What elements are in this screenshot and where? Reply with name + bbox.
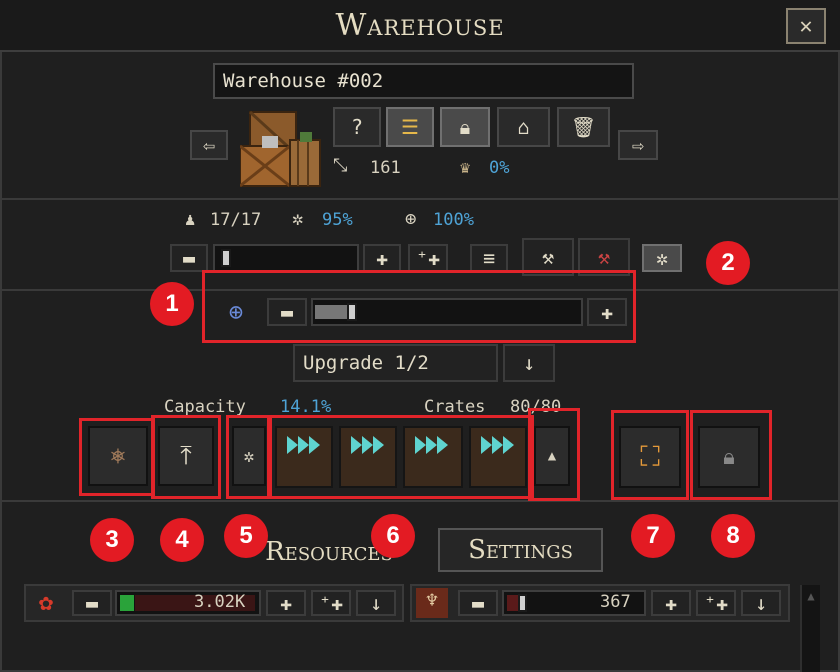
resource-down-button[interactable]: ↓ — [356, 590, 396, 616]
highlight-box-1 — [202, 270, 636, 343]
settings-toggle-button[interactable]: ✲ — [642, 244, 682, 272]
resource-decrease-button[interactable]: ▬ — [72, 590, 112, 616]
lock-toggle-button[interactable]: 🔒︎ — [440, 107, 490, 147]
arrow-down-icon: ↓ — [522, 351, 536, 375]
plus-icon: ✚ — [279, 591, 293, 615]
window-title: Warehouse — [335, 8, 505, 43]
capacity-value: 14.1% — [280, 397, 332, 417]
annotation-badge: 3 — [90, 518, 134, 562]
upgrade-label: Upgrade 1/2 — [303, 352, 429, 374]
worker-max-button[interactable]: ⁺✚ — [408, 244, 448, 272]
menu-button[interactable]: ≡ — [470, 244, 508, 272]
capacity-label: Capacity — [164, 397, 246, 417]
crates-label: Crates — [424, 397, 486, 417]
annotation-badge: 5 — [224, 514, 268, 558]
worker-icon: ♟ — [185, 210, 196, 230]
gear-icon: ✲ — [655, 246, 669, 270]
upgrade-arrow-button[interactable]: ↓ — [503, 344, 555, 382]
demolish-button[interactable]: 🗑︎ — [557, 107, 610, 147]
resource-fill — [120, 595, 134, 611]
expand-arrows-icon: ⤡ — [333, 155, 348, 176]
worker-slider[interactable] — [213, 244, 359, 272]
worker-increase-button[interactable]: ✚ — [363, 244, 401, 272]
divider — [0, 500, 840, 502]
arrow-down-icon: ↓ — [369, 591, 383, 615]
minus-icon: ▬ — [182, 246, 196, 270]
close-icon: ✕ — [799, 13, 813, 39]
highlight-box-7 — [611, 410, 689, 500]
highlight-box-3 — [79, 418, 155, 496]
highlight-box-4 — [151, 415, 221, 499]
home-button[interactable]: ⌂ — [497, 107, 550, 147]
hammer-icon: ⚒ — [541, 245, 555, 269]
priority-icon: ☰ — [401, 115, 419, 139]
annotation-badge: 2 — [706, 241, 750, 285]
warehouse-size: 161 — [370, 158, 401, 178]
arrow-down-icon: ↓ — [754, 591, 768, 615]
highlight-box-6 — [269, 415, 534, 499]
resource-max-button[interactable]: ⁺✚ — [696, 590, 736, 616]
resource-increase-button[interactable]: ✚ — [266, 590, 306, 616]
highlight-box-5 — [226, 415, 270, 499]
resource-max-button[interactable]: ⁺✚ — [311, 590, 351, 616]
red-ore-icon: ✿ — [38, 588, 54, 616]
next-building-button[interactable]: ⇨ — [618, 130, 658, 160]
annotation-badge: 6 — [371, 514, 415, 558]
annotation-badge: 7 — [631, 514, 675, 558]
warehouse-building-icon — [239, 110, 325, 188]
priority-button[interactable]: ☰ — [386, 107, 434, 147]
trash-icon: 🗑︎ — [570, 115, 597, 139]
resource-amount: 367 — [600, 592, 631, 612]
lock-icon: 🔒︎ — [459, 115, 471, 139]
plus-icon: ✚ — [664, 591, 678, 615]
plus-icon: ✚ — [375, 246, 389, 270]
worker-slider-thumb[interactable] — [221, 249, 231, 267]
highlight-box-8 — [690, 410, 772, 500]
arrow-left-icon: ⇦ — [202, 133, 216, 157]
annotation-badge: 1 — [150, 282, 194, 326]
warehouse-name-input[interactable] — [213, 63, 634, 99]
tab-settings[interactable]: Settings — [438, 528, 603, 572]
workers-count: 17/17 — [210, 210, 262, 230]
divider — [0, 198, 840, 200]
help-button[interactable]: ? — [333, 107, 381, 147]
double-plus-icon: ⁺✚ — [415, 246, 441, 270]
annotation-badge: 8 — [711, 514, 755, 558]
resource-increase-button[interactable]: ✚ — [651, 590, 691, 616]
efficiency-value: 0% — [489, 158, 510, 178]
highlight-box-6b — [528, 408, 580, 501]
annotation-badge: 4 — [160, 518, 204, 562]
house-icon: ⌂ — [517, 115, 530, 139]
resource-slider-thumb[interactable] — [518, 594, 527, 612]
worker-decrease-button[interactable]: ▬ — [170, 244, 208, 272]
gear-value: 95% — [322, 210, 353, 230]
scroll-up-icon[interactable]: ▲ — [804, 589, 818, 613]
double-plus-icon: ⁺✚ — [318, 591, 344, 615]
resource-down-button[interactable]: ↓ — [741, 590, 781, 616]
double-plus-icon: ⁺✚ — [703, 591, 729, 615]
upgrade-button[interactable]: Upgrade 1/2 — [293, 344, 498, 382]
minus-icon: ▬ — [85, 591, 99, 615]
hammer-crossed-icon: ⚒ — [597, 245, 611, 269]
help-icon: ? — [350, 115, 364, 139]
arrow-right-icon: ⇨ — [631, 133, 645, 157]
target-value: 100% — [433, 210, 474, 230]
close-button[interactable]: ✕ — [786, 8, 826, 44]
scrollbar[interactable]: ▲ — [800, 585, 820, 672]
efficiency-icon: ♛ — [460, 158, 471, 178]
target-icon: ⊕ — [405, 208, 417, 230]
tab-settings-label: Settings — [468, 535, 573, 565]
list-icon: ≡ — [482, 246, 496, 270]
minus-icon: ▬ — [471, 591, 485, 615]
resource-amount: 3.02K — [194, 592, 246, 612]
antler-icon: ♆ — [416, 588, 448, 618]
gear-icon: ✲ — [292, 208, 304, 230]
previous-building-button[interactable]: ⇦ — [190, 130, 228, 160]
resource-decrease-button[interactable]: ▬ — [458, 590, 498, 616]
